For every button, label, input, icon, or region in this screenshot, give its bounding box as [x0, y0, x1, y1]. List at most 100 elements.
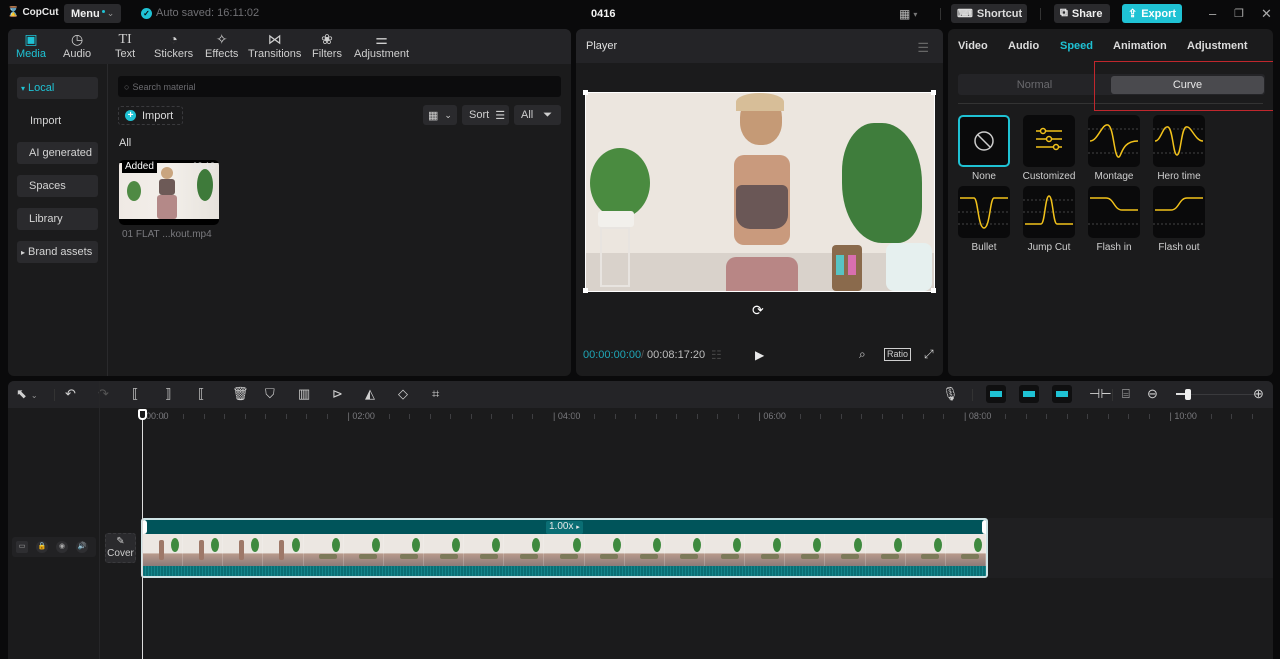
- crop-icon[interactable]: ⌗: [432, 387, 439, 401]
- zoom-fit-icon[interactable]: ⌕: [859, 347, 866, 362]
- sidebar-item-brand-assets[interactable]: ▸ Brand assets: [17, 241, 98, 263]
- clip-frame: [464, 534, 505, 566]
- ruler-tick: [594, 414, 596, 419]
- search-input[interactable]: ○ Search material: [118, 76, 561, 97]
- split-icon[interactable]: ⟦: [132, 387, 138, 401]
- split-right-icon[interactable]: ⟦: [198, 387, 204, 401]
- preset-bullet[interactable]: [958, 186, 1010, 238]
- tab-transitions[interactable]: ⋈ Transitions: [248, 31, 301, 60]
- linkage-toggle[interactable]: [1052, 385, 1072, 403]
- preset-none[interactable]: [958, 115, 1010, 167]
- clip-trim-handle-right[interactable]: [982, 520, 986, 534]
- ruler-tick: [1190, 414, 1192, 419]
- volume-icon[interactable]: 🔊: [76, 541, 88, 553]
- track-video-icon[interactable]: ▭: [16, 541, 28, 553]
- main-track-magnet-toggle[interactable]: [986, 385, 1006, 403]
- tab-adjustment[interactable]: ⚌ Adjustment: [354, 31, 409, 60]
- rotate-icon[interactable]: ⟳: [752, 302, 764, 319]
- tab-audio[interactable]: Audio: [1008, 40, 1039, 52]
- rotate-icon[interactable]: ◇: [398, 387, 408, 401]
- tab-video[interactable]: Video: [958, 40, 988, 52]
- filter-button[interactable]: All ⏷: [514, 105, 561, 125]
- freeze-icon[interactable]: ▥: [298, 387, 310, 401]
- cover-button[interactable]: ✎ Cover: [105, 533, 136, 563]
- clip-frame: [303, 534, 344, 566]
- tab-animation[interactable]: Animation: [1113, 40, 1167, 52]
- waveform-icon[interactable]: ☷: [711, 348, 722, 362]
- export-button[interactable]: ⇪ Export: [1122, 4, 1182, 23]
- ruler-tick: [1148, 414, 1150, 419]
- video-clip[interactable]: 1.00x ▸: [141, 518, 988, 578]
- project-title[interactable]: 0416: [591, 8, 615, 20]
- tab-filters[interactable]: ❀ Filters: [312, 31, 342, 60]
- clip-trim-handle-left[interactable]: [143, 520, 147, 534]
- zoom-slider-handle[interactable]: [1185, 389, 1191, 400]
- ruler-tick: [1251, 414, 1253, 419]
- ruler-tick: [1231, 414, 1233, 419]
- resize-handle[interactable]: [583, 90, 588, 95]
- delete-icon[interactable]: 🗑: [232, 387, 249, 401]
- sort-button[interactable]: Sort ☰: [462, 105, 509, 125]
- mirror-icon[interactable]: ◭: [365, 387, 375, 401]
- normal-mode-button[interactable]: Normal: [958, 74, 1111, 95]
- filter-icon: ⏷: [543, 108, 553, 121]
- tab-text[interactable]: TI Text: [115, 31, 135, 60]
- view-mode-button[interactable]: ▦ ⌄: [423, 105, 457, 125]
- tab-audio[interactable]: ◷ Audio: [63, 31, 91, 60]
- play-button[interactable]: ▶: [755, 348, 764, 362]
- playhead-handle[interactable]: [138, 409, 147, 420]
- auto-snap-toggle[interactable]: [1019, 385, 1039, 403]
- ruler-tick-label: | 04:00: [553, 411, 581, 421]
- sidebar-item-library[interactable]: Library: [17, 208, 98, 230]
- check-circle-icon: ✓: [141, 7, 152, 19]
- layout-button[interactable]: ▦ ▾: [899, 7, 917, 21]
- media-item[interactable]: Added 08:18: [119, 160, 219, 225]
- split-preview-icon[interactable]: ⊣⊢: [1089, 387, 1112, 401]
- sidebar-item-spaces[interactable]: Spaces: [17, 175, 98, 197]
- sidebar-item-import[interactable]: Import: [17, 110, 98, 132]
- sidebar-item-ai-generated[interactable]: AI generated: [17, 142, 98, 164]
- timeline-ruler[interactable]: 00:00 | 02:00 | 04:00 | 06:00 | 08:00 | 10:00: [100, 408, 1273, 432]
- video-preview[interactable]: [585, 92, 935, 292]
- ruler-tick: [840, 414, 842, 419]
- menu-icon[interactable]: ☰: [917, 40, 929, 56]
- shortcut-button[interactable]: ⌨ Shortcut: [951, 4, 1027, 23]
- sidebar-item-local[interactable]: ▾ Local: [17, 77, 98, 99]
- restore-button[interactable]: ❐: [1234, 7, 1244, 20]
- share-button[interactable]: ⧉ Share: [1054, 4, 1110, 23]
- zoom-to-fit-icon[interactable]: ⌸: [1122, 387, 1130, 401]
- split-left-icon[interactable]: ⟧: [165, 387, 171, 401]
- import-button[interactable]: + Import: [118, 106, 183, 125]
- preset-hero-time[interactable]: [1153, 115, 1205, 167]
- preset-flash-out[interactable]: [1153, 186, 1205, 238]
- zoom-out-icon[interactable]: ⊖: [1147, 387, 1158, 401]
- preset-flash-in[interactable]: [1088, 186, 1140, 238]
- marker-icon[interactable]: ⛉: [265, 387, 275, 401]
- eye-icon[interactable]: ◉: [56, 541, 68, 553]
- reverse-icon[interactable]: ⊳: [332, 387, 343, 401]
- tab-effects[interactable]: ✧ Effects: [205, 31, 238, 60]
- fullscreen-icon[interactable]: ⤢: [924, 347, 934, 362]
- resize-handle[interactable]: [931, 90, 936, 95]
- menu-button[interactable]: Menu ⌄: [64, 4, 121, 23]
- zoom-in-icon[interactable]: ⊕: [1253, 387, 1264, 401]
- effects-icon: ✧: [215, 31, 228, 47]
- tab-media[interactable]: ▣ Media: [16, 31, 46, 60]
- lock-icon[interactable]: 🔒: [36, 541, 48, 553]
- ratio-button[interactable]: Ratio: [884, 348, 912, 361]
- resize-handle[interactable]: [583, 288, 588, 293]
- preset-label: Montage: [1094, 171, 1134, 182]
- tab-stickers[interactable]: ◔ Stickers: [154, 31, 193, 60]
- play-small-icon: ▸: [576, 524, 580, 531]
- plus-icon: +: [125, 110, 136, 121]
- tab-speed[interactable]: Speed: [1060, 40, 1093, 52]
- minimize-button[interactable]: –: [1209, 6, 1216, 21]
- resize-handle[interactable]: [931, 288, 936, 293]
- preset-montage[interactable]: [1088, 115, 1140, 167]
- tab-adjustment[interactable]: Adjustment: [1187, 40, 1248, 52]
- microphone-icon[interactable]: 🎙: [942, 387, 959, 401]
- close-button[interactable]: ✕: [1261, 6, 1272, 22]
- preset-jump-cut[interactable]: [1023, 186, 1075, 238]
- ruler-tick: [1210, 414, 1212, 419]
- preset-customized[interactable]: [1023, 115, 1075, 167]
